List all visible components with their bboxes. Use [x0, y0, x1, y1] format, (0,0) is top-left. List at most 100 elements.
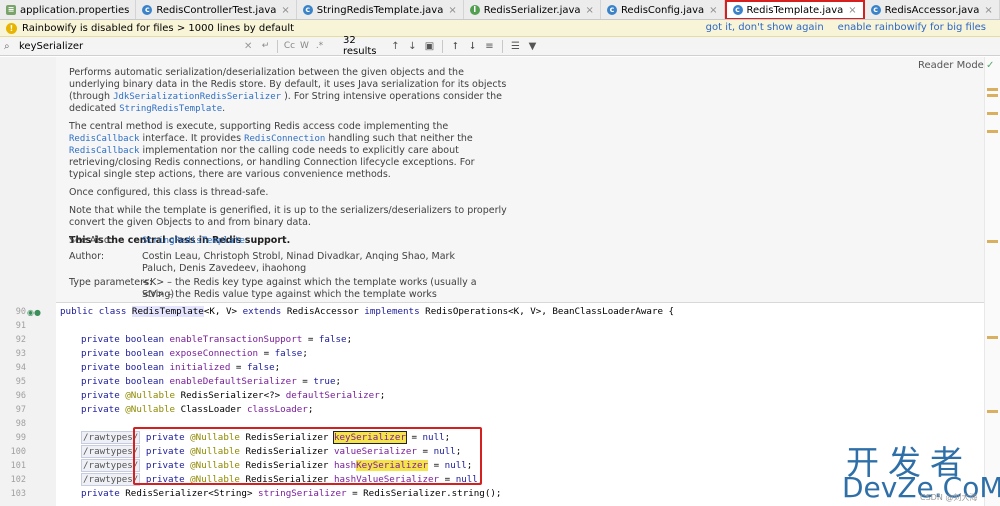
- keyword: private boolean: [81, 376, 170, 387]
- code-text: ;: [335, 376, 342, 387]
- clear-search-icon[interactable]: ✕: [244, 41, 258, 52]
- class-declaration[interactable]: public class RedisTemplate<K, V> extends…: [60, 306, 674, 317]
- doc-link[interactable]: JdkSerializationRedisSerializer: [113, 92, 281, 102]
- remove-occurrence-icon[interactable]: ⭣: [464, 41, 481, 52]
- doc-link[interactable]: RedisCallback: [69, 134, 139, 144]
- class-icon: c: [870, 5, 881, 15]
- regex-toggle[interactable]: .*: [312, 41, 327, 51]
- whole-words-toggle[interactable]: W: [297, 41, 312, 51]
- code-text: ;: [274, 362, 281, 373]
- inspection-ok-icon[interactable]: ✓: [986, 60, 994, 71]
- line-number[interactable]: 94: [0, 363, 26, 373]
- scroll-marker: [987, 240, 998, 243]
- field-name[interactable]: enableDefaultSerializer: [170, 376, 297, 387]
- line-number[interactable]: 100: [0, 447, 26, 457]
- line-number[interactable]: 92: [0, 335, 26, 345]
- line-number[interactable]: 97: [0, 405, 26, 415]
- annotation: @Nullable: [125, 404, 176, 415]
- field-name[interactable]: stringSerializer: [258, 488, 347, 499]
- field-name[interactable]: classLoader: [247, 404, 308, 415]
- line-number[interactable]: 91: [0, 321, 26, 331]
- tab-stringredistemplate-java[interactable]: c StringRedisTemplate.java ×: [297, 0, 464, 19]
- match-case-toggle[interactable]: Cc: [282, 41, 297, 51]
- keyword: implements: [364, 306, 420, 317]
- close-tab-icon[interactable]: ×: [586, 5, 594, 16]
- line-number[interactable]: 99: [0, 433, 26, 443]
- javadoc-text: Performs automatic serialization/deseria…: [69, 67, 509, 253]
- scroll-marker: [987, 88, 998, 91]
- type-name: RedisSerializer<?>: [175, 390, 286, 401]
- code-text: =: [296, 376, 314, 387]
- add-occurrence-icon[interactable]: ⭡: [447, 41, 464, 52]
- filter-icon[interactable]: ▼: [524, 41, 541, 52]
- doc-link[interactable]: RedisCallback: [69, 146, 139, 156]
- tab-redistemplate-java[interactable]: c RedisTemplate.java ×: [724, 0, 865, 19]
- tab-label: RedisAccessor.java: [884, 4, 980, 16]
- field-name[interactable]: exposeConnection: [170, 348, 259, 359]
- field-declaration[interactable]: private @Nullable ClassLoader classLoade…: [81, 404, 313, 415]
- line-number[interactable]: 96: [0, 391, 26, 401]
- field-name[interactable]: defaultSerializer: [286, 390, 380, 401]
- field-name[interactable]: enableTransactionSupport: [170, 334, 303, 345]
- enable-rainbowify-link[interactable]: enable rainbowify for big files: [838, 22, 986, 33]
- search-icon[interactable]: ⌕: [4, 41, 16, 52]
- field-declaration[interactable]: private RedisSerializer<String> stringSe…: [81, 488, 501, 499]
- scroll-marker: [987, 336, 998, 339]
- doc-text: handling such that neither the: [325, 133, 473, 144]
- see-also-link[interactable]: StringRedisTemplate: [142, 235, 482, 247]
- line-number[interactable]: 101: [0, 461, 26, 471]
- tab-label: application.properties: [20, 4, 130, 16]
- new-line-icon[interactable]: ↵: [258, 41, 273, 51]
- close-tab-icon[interactable]: ×: [709, 5, 717, 16]
- close-tab-icon[interactable]: ×: [281, 5, 289, 16]
- tab-label: RedisControllerTest.java: [156, 4, 277, 16]
- tab-application-properties[interactable]: ≡ application.properties: [0, 0, 137, 19]
- field-declaration[interactable]: private boolean enableDefaultSerializer …: [81, 376, 341, 387]
- reader-mode-toggle[interactable]: Reader Mode: [918, 60, 984, 71]
- doc-link[interactable]: RedisConnection: [244, 134, 325, 144]
- see-also-row: See Also: StringRedisTemplate: [69, 235, 509, 247]
- tab-redisaccessor-java[interactable]: c RedisAccessor.java ×: [865, 0, 1000, 19]
- javadoc-paragraph: Note that while the template is generifi…: [69, 205, 507, 228]
- line-number[interactable]: 93: [0, 349, 26, 359]
- banner-message: Rainbowify is disabled for files > 1000 …: [22, 22, 295, 34]
- dismiss-banner-link[interactable]: got it, don't show again: [706, 22, 824, 33]
- tab-label: RedisSerializer.java: [483, 4, 581, 16]
- open-in-window-icon[interactable]: ▣: [421, 41, 438, 52]
- search-input[interactable]: keySerializer: [19, 41, 244, 52]
- line-number[interactable]: 102: [0, 475, 26, 485]
- field-declaration[interactable]: private boolean exposeConnection = false…: [81, 348, 308, 359]
- close-tab-icon[interactable]: ×: [984, 5, 992, 16]
- see-also-label: See Also:: [69, 235, 113, 246]
- javadoc-paragraph: Once configured, this class is thread-sa…: [69, 187, 269, 198]
- close-tab-icon[interactable]: ×: [448, 5, 456, 16]
- field-declaration[interactable]: private @Nullable RedisSerializer<?> def…: [81, 390, 385, 401]
- interface-icon: I: [469, 5, 480, 15]
- next-occurrence-icon[interactable]: ↓: [404, 41, 421, 52]
- keyword: private boolean: [81, 362, 170, 373]
- line-number[interactable]: 95: [0, 377, 26, 387]
- code-text: ;: [307, 404, 314, 415]
- select-all-occurrences-icon[interactable]: ≡: [481, 41, 498, 52]
- show-filter-popup-icon[interactable]: ☰: [507, 41, 524, 52]
- doc-link[interactable]: StringRedisTemplate: [119, 104, 222, 114]
- scroll-marker: [987, 112, 998, 115]
- tab-rediscontrollertest-java[interactable]: c RedisControllerTest.java ×: [136, 0, 297, 19]
- divider: [56, 302, 984, 303]
- find-bar: ⌕ keySerializer ✕ ↵ Cc W .* 32 results ↑…: [0, 35, 1000, 57]
- class-name[interactable]: RedisTemplate: [131, 306, 204, 317]
- author-label: Author:: [69, 251, 105, 262]
- tab-redisserializer-java[interactable]: I RedisSerializer.java ×: [464, 0, 601, 19]
- gutter-override-icons[interactable]: ◉●: [27, 308, 41, 317]
- close-tab-icon[interactable]: ×: [848, 5, 856, 16]
- line-number[interactable]: 103: [0, 489, 26, 499]
- field-declaration[interactable]: private boolean initialized = false;: [81, 362, 280, 373]
- keyword: private: [81, 404, 126, 415]
- class-icon: c: [606, 5, 617, 15]
- line-number[interactable]: 98: [0, 419, 26, 429]
- field-declaration[interactable]: private boolean enableTransactionSupport…: [81, 334, 352, 345]
- previous-occurrence-icon[interactable]: ↑: [387, 41, 404, 52]
- field-name[interactable]: initialized: [170, 362, 231, 373]
- tab-redisconfig-java[interactable]: c RedisConfig.java ×: [601, 0, 725, 19]
- line-number[interactable]: 90: [0, 307, 26, 317]
